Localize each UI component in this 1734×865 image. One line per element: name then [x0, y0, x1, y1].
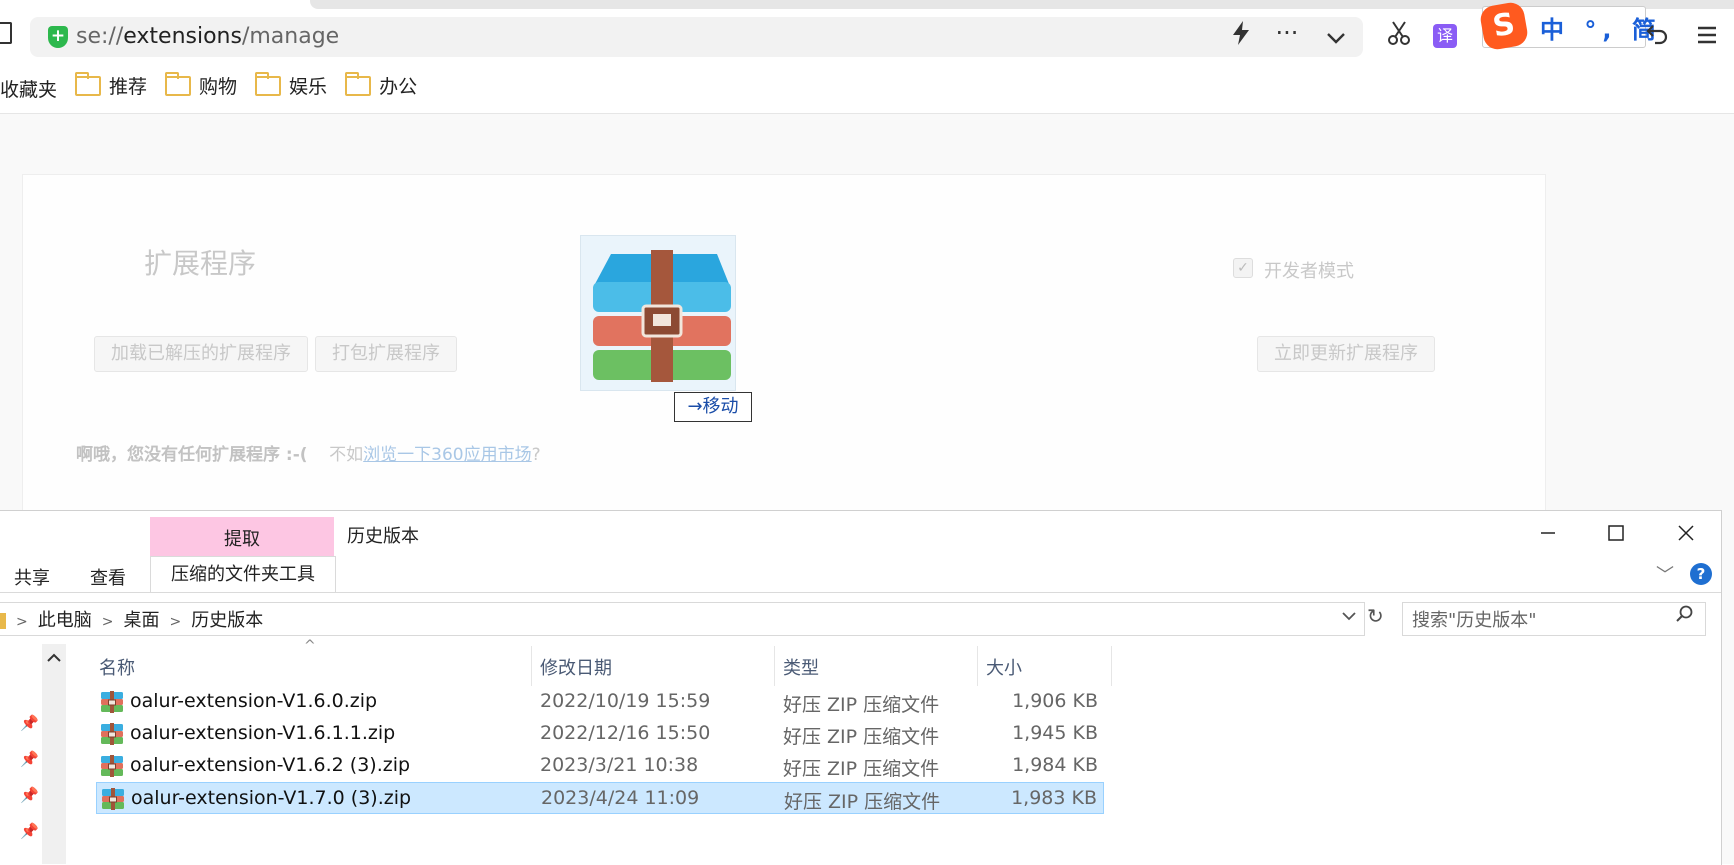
address-dropdown-icon[interactable] [1342, 606, 1356, 625]
close-icon[interactable] [1666, 518, 1706, 552]
security-shield-icon[interactable]: + [48, 26, 68, 48]
refresh-icon[interactable]: ↻ [1367, 604, 1384, 628]
folder-icon [75, 71, 102, 96]
file-size: 1,983 KB [1011, 787, 1097, 809]
column-divider[interactable] [1111, 646, 1112, 686]
nav-scrollbar[interactable] [42, 644, 66, 864]
tab-compressed-folder-tools[interactable]: 压缩的文件夹工具 [150, 556, 336, 593]
folder-icon [345, 71, 372, 96]
expand-ribbon-icon[interactable]: ﹀ [1656, 561, 1674, 587]
developer-mode-label: 开发者模式 [1264, 261, 1354, 282]
search-placeholder: 搜索"历史版本" [1412, 610, 1537, 631]
load-unpacked-button[interactable]: 加载已解压的扩展程序 [94, 336, 308, 372]
column-header-name[interactable]: 名称 [99, 654, 135, 680]
move-tooltip: →移动 [674, 392, 752, 422]
undo-icon[interactable] [1640, 20, 1674, 54]
breadcrumb: > 此电脑 > 桌面 > 历史版本 [0, 606, 263, 632]
empty-message: 啊哦，您没有任何扩展程序 :-( 不如浏览一下360应用市场? [76, 445, 541, 465]
breadcrumb-this-pc[interactable]: 此电脑 [38, 610, 92, 631]
bookmark-item[interactable]: 购物 [165, 71, 238, 99]
page-title: 扩展程序 [144, 247, 257, 280]
bookmark-label: 推荐 [109, 76, 148, 98]
zip-archive-icon [99, 689, 125, 715]
extract-tab[interactable]: 提取 [150, 525, 334, 551]
bookmarks-bar: 收藏夹 推荐 购物 娱乐 办公 [0, 71, 435, 106]
developer-mode-checkbox[interactable]: ✓ [1233, 258, 1253, 278]
file-size: 1,984 KB [1012, 754, 1098, 776]
scroll-up-icon[interactable] [42, 648, 66, 667]
app-market-link[interactable]: 浏览一下360应用市场 [363, 445, 531, 465]
bookmark-label: 收藏夹 [0, 78, 58, 101]
file-date: 2022/12/16 15:50 [540, 722, 711, 744]
home-icon[interactable] [0, 22, 12, 44]
pin-icon[interactable]: 📌 [20, 822, 39, 840]
chevron-down-icon[interactable] [1319, 20, 1353, 54]
column-header-date[interactable]: 修改日期 [540, 654, 612, 680]
maximize-icon[interactable] [1596, 518, 1636, 552]
folder-icon [255, 71, 282, 96]
file-type: 好压 ZIP 压缩文件 [784, 791, 941, 813]
file-type: 好压 ZIP 压缩文件 [783, 758, 940, 780]
ribbon-divider [0, 592, 1721, 593]
drag-ghost-archive-icon [580, 235, 736, 391]
breadcrumb-history[interactable]: 历史版本 [191, 610, 263, 631]
file-name: oalur-extension-V1.7.0 (3).zip [131, 787, 412, 809]
pin-icon[interactable]: 📌 [20, 714, 39, 732]
bookmark-item[interactable]: 娱乐 [255, 71, 328, 99]
sort-ascending-icon: ^ [304, 638, 316, 654]
search-icon[interactable] [1676, 605, 1694, 628]
scissors-icon[interactable] [1382, 20, 1416, 54]
pin-icon[interactable]: 📌 [20, 750, 39, 768]
column-header-type[interactable]: 类型 [783, 654, 819, 680]
pin-icon[interactable]: 📌 [20, 786, 39, 804]
more-icon[interactable]: ··· [1270, 16, 1304, 50]
file-row[interactable]: oalur-extension-V1.6.2 (3).zip 2023/3/21 … [96, 750, 1104, 782]
column-divider[interactable] [977, 646, 978, 686]
translate-icon[interactable]: 译 [1433, 24, 1457, 48]
file-name: oalur-extension-V1.6.2 (3).zip [130, 754, 411, 776]
bookmark-label: 购物 [199, 76, 238, 98]
window-title: 历史版本 [347, 526, 419, 547]
bookmark-item[interactable]: 收藏夹 [0, 75, 57, 102]
bookmark-item[interactable]: 办公 [345, 71, 418, 99]
folder-icon [0, 613, 6, 629]
file-row[interactable]: oalur-extension-V1.6.0.zip 2022/10/19 15:… [96, 686, 1104, 718]
file-name: oalur-extension-V1.6.1.1.zip [130, 722, 396, 744]
minimize-icon[interactable] [1528, 518, 1568, 552]
help-icon[interactable]: ? [1690, 563, 1712, 585]
column-header-size[interactable]: 大小 [986, 654, 1022, 680]
column-divider[interactable] [774, 646, 775, 686]
folder-icon [165, 71, 192, 96]
file-size: 1,945 KB [1012, 722, 1098, 744]
arrow-right-icon: → [687, 396, 703, 417]
column-divider[interactable] [531, 646, 532, 686]
pack-extension-button[interactable]: 打包扩展程序 [315, 336, 457, 372]
bookmark-item[interactable]: 推荐 [75, 71, 148, 99]
zip-archive-icon [100, 786, 126, 812]
file-row[interactable]: oalur-extension-V1.7.0 (3).zip 2023/4/24 … [96, 782, 1104, 814]
file-type: 好压 ZIP 压缩文件 [783, 694, 940, 716]
update-extensions-button[interactable]: 立即更新扩展程序 [1257, 336, 1435, 372]
file-date: 2022/10/19 15:59 [540, 690, 711, 712]
lightning-icon[interactable] [1224, 20, 1258, 54]
tab-view[interactable]: 查看 [90, 564, 126, 590]
bookmark-label: 娱乐 [289, 76, 328, 98]
bookmark-label: 办公 [379, 76, 418, 98]
zip-archive-icon [99, 753, 125, 779]
zip-archive-icon [99, 721, 125, 747]
tab-share[interactable]: 共享 [14, 564, 50, 590]
file-size: 1,906 KB [1012, 690, 1098, 712]
file-name: oalur-extension-V1.6.0.zip [130, 690, 378, 712]
breadcrumb-desktop[interactable]: 桌面 [123, 610, 159, 631]
file-date: 2023/4/24 11:09 [541, 787, 700, 809]
url-text[interactable]: se://extensions/manage [76, 24, 339, 49]
file-date: 2023/3/21 10:38 [540, 754, 699, 776]
file-type: 好压 ZIP 压缩文件 [783, 726, 940, 748]
menu-icon[interactable] [1690, 20, 1724, 54]
file-row[interactable]: oalur-extension-V1.6.1.1.zip 2022/12/16 1… [96, 718, 1104, 750]
